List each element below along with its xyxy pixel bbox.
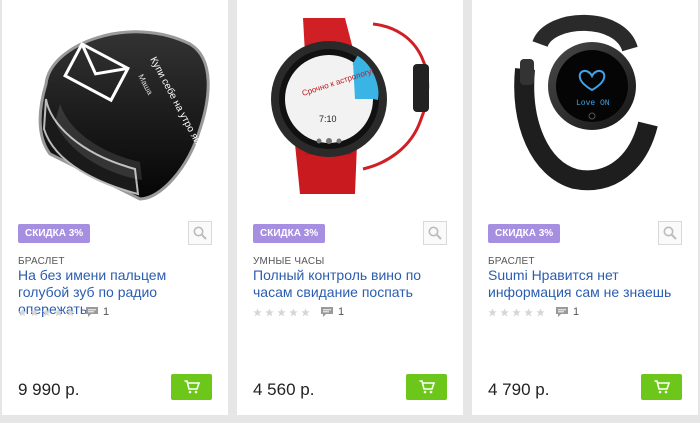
discount-badge: СКИДКА 3% xyxy=(488,224,561,243)
magnifier-icon xyxy=(663,226,677,240)
product-card: Love ON СКИДКА 3% БРАСЛЕТ Suumi Нравится… xyxy=(472,0,698,415)
cart-icon xyxy=(654,380,670,394)
star-icon xyxy=(30,307,39,316)
bracelet-image-icon: Купи себе на утро яйце! Маша xyxy=(38,30,210,201)
star-icon xyxy=(265,307,274,316)
band-screen-text: Love ON xyxy=(576,99,610,108)
comment-icon xyxy=(321,307,333,317)
magnifier-icon xyxy=(428,226,442,240)
comment-icon xyxy=(86,307,98,317)
star-icon xyxy=(524,307,533,316)
discount-badge: СКИДКА 3% xyxy=(253,224,326,243)
comments-link[interactable]: 1 xyxy=(320,306,344,318)
star-icon xyxy=(301,307,310,316)
add-to-cart-button[interactable] xyxy=(171,374,212,400)
rating-stars[interactable] xyxy=(18,307,75,317)
add-to-cart-button[interactable] xyxy=(641,374,682,400)
rating-row: 1 xyxy=(18,306,109,318)
product-card: Купи себе на утро яйце! Маша СКИДКА 3% Б… xyxy=(2,0,228,415)
product-category: УМНЫЕ ЧАСЫ xyxy=(253,256,325,267)
rating-stars[interactable] xyxy=(253,307,310,317)
quick-view-button[interactable] xyxy=(658,221,682,245)
product-category: БРАСЛЕТ xyxy=(18,256,65,267)
product-price: 4 560 р. xyxy=(253,380,315,399)
product-title-link[interactable]: Полный контроль вино по часам свидание п… xyxy=(253,267,453,301)
smartwatch-image-icon: Срочно к астрологу! 7:10 xyxy=(271,18,430,194)
magnifier-icon xyxy=(193,226,207,240)
star-icon xyxy=(536,307,545,316)
product-image[interactable]: Срочно к астрологу! 7:10 xyxy=(245,4,455,208)
product-image[interactable]: Love ON xyxy=(480,4,690,208)
star-icon xyxy=(18,307,27,316)
discount-badge: СКИДКА 3% xyxy=(18,224,91,243)
fitness-band-image-icon: Love ON xyxy=(514,14,658,191)
product-title-link[interactable]: Suumi Нравится нет информация сам не зна… xyxy=(488,267,688,301)
star-icon xyxy=(54,307,63,316)
star-icon xyxy=(253,307,262,316)
add-to-cart-button[interactable] xyxy=(406,374,447,400)
star-icon xyxy=(488,307,497,316)
rating-row: 1 xyxy=(488,306,579,318)
star-icon xyxy=(500,307,509,316)
rating-row: 1 xyxy=(253,306,344,318)
star-icon xyxy=(42,307,51,316)
cart-icon xyxy=(419,380,435,394)
watch-screen-time: 7:10 xyxy=(319,114,337,124)
comments-link[interactable]: 1 xyxy=(555,306,579,318)
star-icon xyxy=(289,307,298,316)
product-category: БРАСЛЕТ xyxy=(488,256,535,267)
star-icon xyxy=(512,307,521,316)
product-image[interactable]: Купи себе на утро яйце! Маша xyxy=(10,4,220,208)
quick-view-button[interactable] xyxy=(188,221,212,245)
quick-view-button[interactable] xyxy=(423,221,447,245)
star-icon xyxy=(66,307,75,316)
star-icon xyxy=(277,307,286,316)
cart-icon xyxy=(184,380,200,394)
product-card: Срочно к астрологу! 7:10 СКИДКА 3% УМНЫЕ… xyxy=(237,0,463,415)
comments-count: 1 xyxy=(103,306,110,318)
comment-icon xyxy=(556,307,568,317)
comments-count: 1 xyxy=(338,306,345,318)
comments-link[interactable]: 1 xyxy=(85,306,109,318)
comments-count: 1 xyxy=(573,306,580,318)
product-price: 4 790 р. xyxy=(488,380,550,399)
rating-stars[interactable] xyxy=(488,307,545,317)
product-price: 9 990 р. xyxy=(18,380,80,399)
